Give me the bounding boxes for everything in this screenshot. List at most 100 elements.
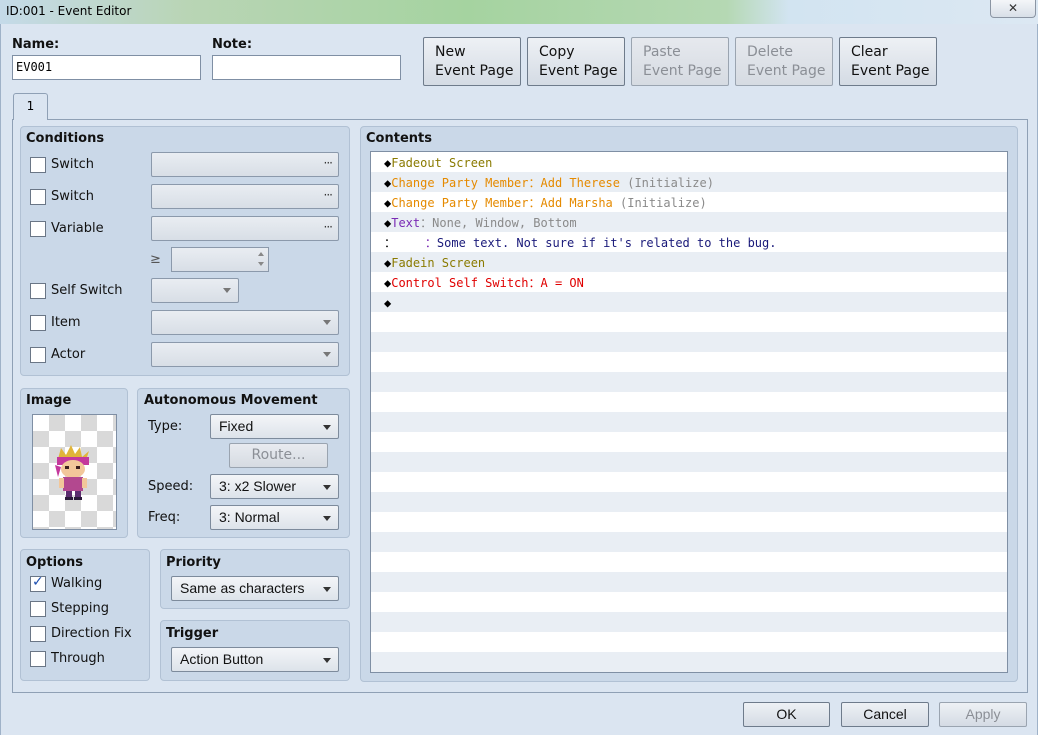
delete-event-page-button[interactable]: Delete Event Page bbox=[735, 37, 833, 86]
note-label: Note: bbox=[212, 37, 253, 52]
switch1-checkbox[interactable] bbox=[30, 157, 46, 173]
window-title: ID:001 - Event Editor bbox=[6, 4, 132, 18]
command-note: (Initialize) bbox=[612, 196, 707, 210]
gte-symbol: ≥ bbox=[150, 252, 161, 267]
command-name: Fadeout Screen bbox=[391, 156, 493, 170]
button-line1: Paste bbox=[643, 44, 681, 60]
apply-button[interactable]: Apply bbox=[939, 702, 1027, 727]
spin-up-icon[interactable] bbox=[258, 252, 264, 256]
copy-event-page-button[interactable]: Copy Event Page bbox=[527, 37, 625, 86]
character-image[interactable] bbox=[32, 414, 117, 530]
switch2-checkbox[interactable] bbox=[30, 189, 46, 205]
chevron-down-icon bbox=[323, 485, 331, 490]
command-argument: Some text. Not sure if it's related to t… bbox=[436, 236, 777, 250]
chevron-down-icon bbox=[323, 658, 331, 663]
actor-select[interactable] bbox=[151, 342, 339, 367]
freq-value: 3: Normal bbox=[219, 509, 280, 525]
button-line2: Event Page bbox=[435, 63, 514, 79]
direction-fix-checkbox[interactable] bbox=[30, 626, 46, 642]
item-label: Item bbox=[51, 315, 81, 330]
speed-value: 3: x2 Slower bbox=[219, 478, 297, 494]
actor-label: Actor bbox=[51, 347, 86, 362]
command-line[interactable]: ◆Change Party Member：Add Marsha (Initial… bbox=[371, 193, 1007, 213]
name-label: Name: bbox=[12, 37, 60, 52]
character-sprite-icon bbox=[55, 445, 89, 500]
button-line1: Delete bbox=[747, 44, 793, 60]
chevron-down-icon bbox=[323, 352, 331, 357]
variable-value-spinner[interactable] bbox=[171, 247, 269, 272]
command-name: ： bbox=[396, 236, 437, 250]
speed-label: Speed: bbox=[148, 479, 194, 494]
walking-checkbox[interactable] bbox=[30, 574, 46, 592]
ok-button[interactable]: OK bbox=[743, 702, 830, 727]
autonomous-movement-title: Autonomous Movement bbox=[144, 393, 318, 408]
command-line[interactable]: ◆Text：None, Window, Bottom bbox=[371, 213, 1007, 233]
event-command-list[interactable]: ◆Fadeout Screen ◆Change Party Member：Add… bbox=[370, 151, 1008, 673]
switch1-field[interactable]: ··· bbox=[151, 152, 339, 177]
command-argument: Add Therese bbox=[540, 176, 620, 190]
command-bullet: ： bbox=[384, 236, 397, 250]
command-line[interactable]: ◆Fadeout Screen bbox=[371, 153, 1007, 173]
conditions-title: Conditions bbox=[26, 131, 105, 146]
spin-down-icon[interactable] bbox=[258, 262, 264, 266]
stepping-checkbox[interactable] bbox=[30, 601, 46, 617]
item-checkbox[interactable] bbox=[30, 315, 46, 331]
command-line[interactable]: ◆ bbox=[371, 293, 1007, 313]
tab-page-1[interactable]: 1 bbox=[13, 93, 48, 120]
trigger-value: Action Button bbox=[180, 651, 264, 667]
command-line[interactable]: ◆Control Self Switch：A = ON bbox=[371, 273, 1007, 293]
freq-select[interactable]: 3: Normal bbox=[210, 505, 339, 530]
trigger-select[interactable]: Action Button bbox=[171, 647, 339, 672]
chevron-down-icon bbox=[223, 288, 231, 293]
chevron-down-icon bbox=[323, 320, 331, 325]
through-label: Through bbox=[51, 651, 105, 666]
ellipsis-icon: ··· bbox=[323, 156, 334, 170]
chevron-down-icon bbox=[323, 425, 331, 430]
command-line[interactable]: ◆Fadein Screen bbox=[371, 253, 1007, 273]
clear-event-page-button[interactable]: Clear Event Page bbox=[839, 37, 937, 86]
trigger-title: Trigger bbox=[166, 626, 219, 641]
command-name: Control Self Switch： bbox=[391, 276, 541, 290]
type-label: Type: bbox=[148, 419, 183, 434]
close-button[interactable]: ✕ bbox=[990, 0, 1036, 18]
variable-checkbox[interactable] bbox=[30, 221, 46, 237]
command-line[interactable]: ： ：Some text. Not sure if it's related t… bbox=[371, 233, 1007, 253]
command-argument: Add Marsha bbox=[540, 196, 613, 210]
button-line2: Event Page bbox=[539, 63, 618, 79]
paste-event-page-button[interactable]: Paste Event Page bbox=[631, 37, 729, 86]
speed-select[interactable]: 3: x2 Slower bbox=[210, 474, 339, 499]
title-bar: ID:001 - Event Editor ✕ bbox=[0, 0, 1038, 24]
direction-fix-label: Direction Fix bbox=[51, 626, 132, 641]
priority-select[interactable]: Same as characters bbox=[171, 576, 339, 601]
chevron-down-icon bbox=[323, 516, 331, 521]
button-line2: Event Page bbox=[851, 63, 930, 79]
freq-label: Freq: bbox=[148, 510, 181, 525]
actor-checkbox[interactable] bbox=[30, 347, 46, 363]
image-title: Image bbox=[26, 393, 72, 408]
new-event-page-button[interactable]: New Event Page bbox=[423, 37, 521, 86]
name-input[interactable]: EV001 bbox=[12, 55, 201, 80]
switch2-field[interactable]: ··· bbox=[151, 184, 339, 209]
variable-label: Variable bbox=[51, 221, 104, 236]
cancel-button[interactable]: Cancel bbox=[841, 702, 929, 727]
self-switch-checkbox[interactable] bbox=[30, 283, 46, 299]
route-button[interactable]: Route... bbox=[229, 443, 328, 468]
button-line1: Copy bbox=[539, 44, 575, 60]
command-line[interactable]: ◆Change Party Member：Add Therese (Initia… bbox=[371, 173, 1007, 193]
options-title: Options bbox=[26, 555, 83, 570]
ellipsis-icon: ··· bbox=[323, 220, 334, 234]
item-select[interactable] bbox=[151, 310, 339, 335]
button-line1: New bbox=[435, 44, 466, 60]
switch1-label: Switch bbox=[51, 157, 94, 172]
self-switch-select[interactable] bbox=[151, 278, 239, 303]
command-argument: A = ON bbox=[540, 276, 584, 290]
button-line2: Event Page bbox=[747, 63, 826, 79]
note-input[interactable] bbox=[212, 55, 401, 80]
command-name: Change Party Member： bbox=[391, 196, 541, 210]
type-select[interactable]: Fixed bbox=[210, 414, 339, 439]
priority-value: Same as characters bbox=[180, 580, 305, 596]
through-checkbox[interactable] bbox=[30, 651, 46, 667]
variable-field[interactable]: ··· bbox=[151, 216, 339, 241]
close-icon: ✕ bbox=[1007, 1, 1019, 15]
command-name: Text bbox=[391, 216, 421, 230]
